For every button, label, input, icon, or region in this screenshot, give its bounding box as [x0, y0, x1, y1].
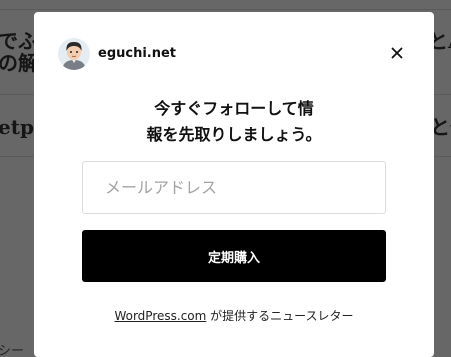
modal-header: eguchi.net	[34, 12, 434, 98]
subscribe-modal: eguchi.net 今すぐフォローして情 報を先取りしましょう。 定期購入 W…	[34, 12, 434, 357]
headline-line: 今すぐフォローして情	[154, 99, 314, 118]
modal-footer: WordPress.com が提供するニュースレター	[34, 308, 434, 324]
close-icon	[391, 47, 403, 59]
footer-text: が提供するニュースレター	[206, 309, 354, 323]
wordpress-link[interactable]: WordPress.com	[114, 309, 206, 323]
site-name: eguchi.net	[98, 46, 177, 61]
subscribe-button[interactable]: 定期購入	[82, 230, 386, 282]
email-field[interactable]	[82, 161, 386, 214]
headline-line: 報を先取りしましょう。	[146, 125, 322, 144]
modal-headline: 今すぐフォローして情 報を先取りしましょう。	[34, 96, 434, 148]
avatar-icon	[58, 38, 90, 70]
close-button[interactable]	[386, 42, 408, 64]
